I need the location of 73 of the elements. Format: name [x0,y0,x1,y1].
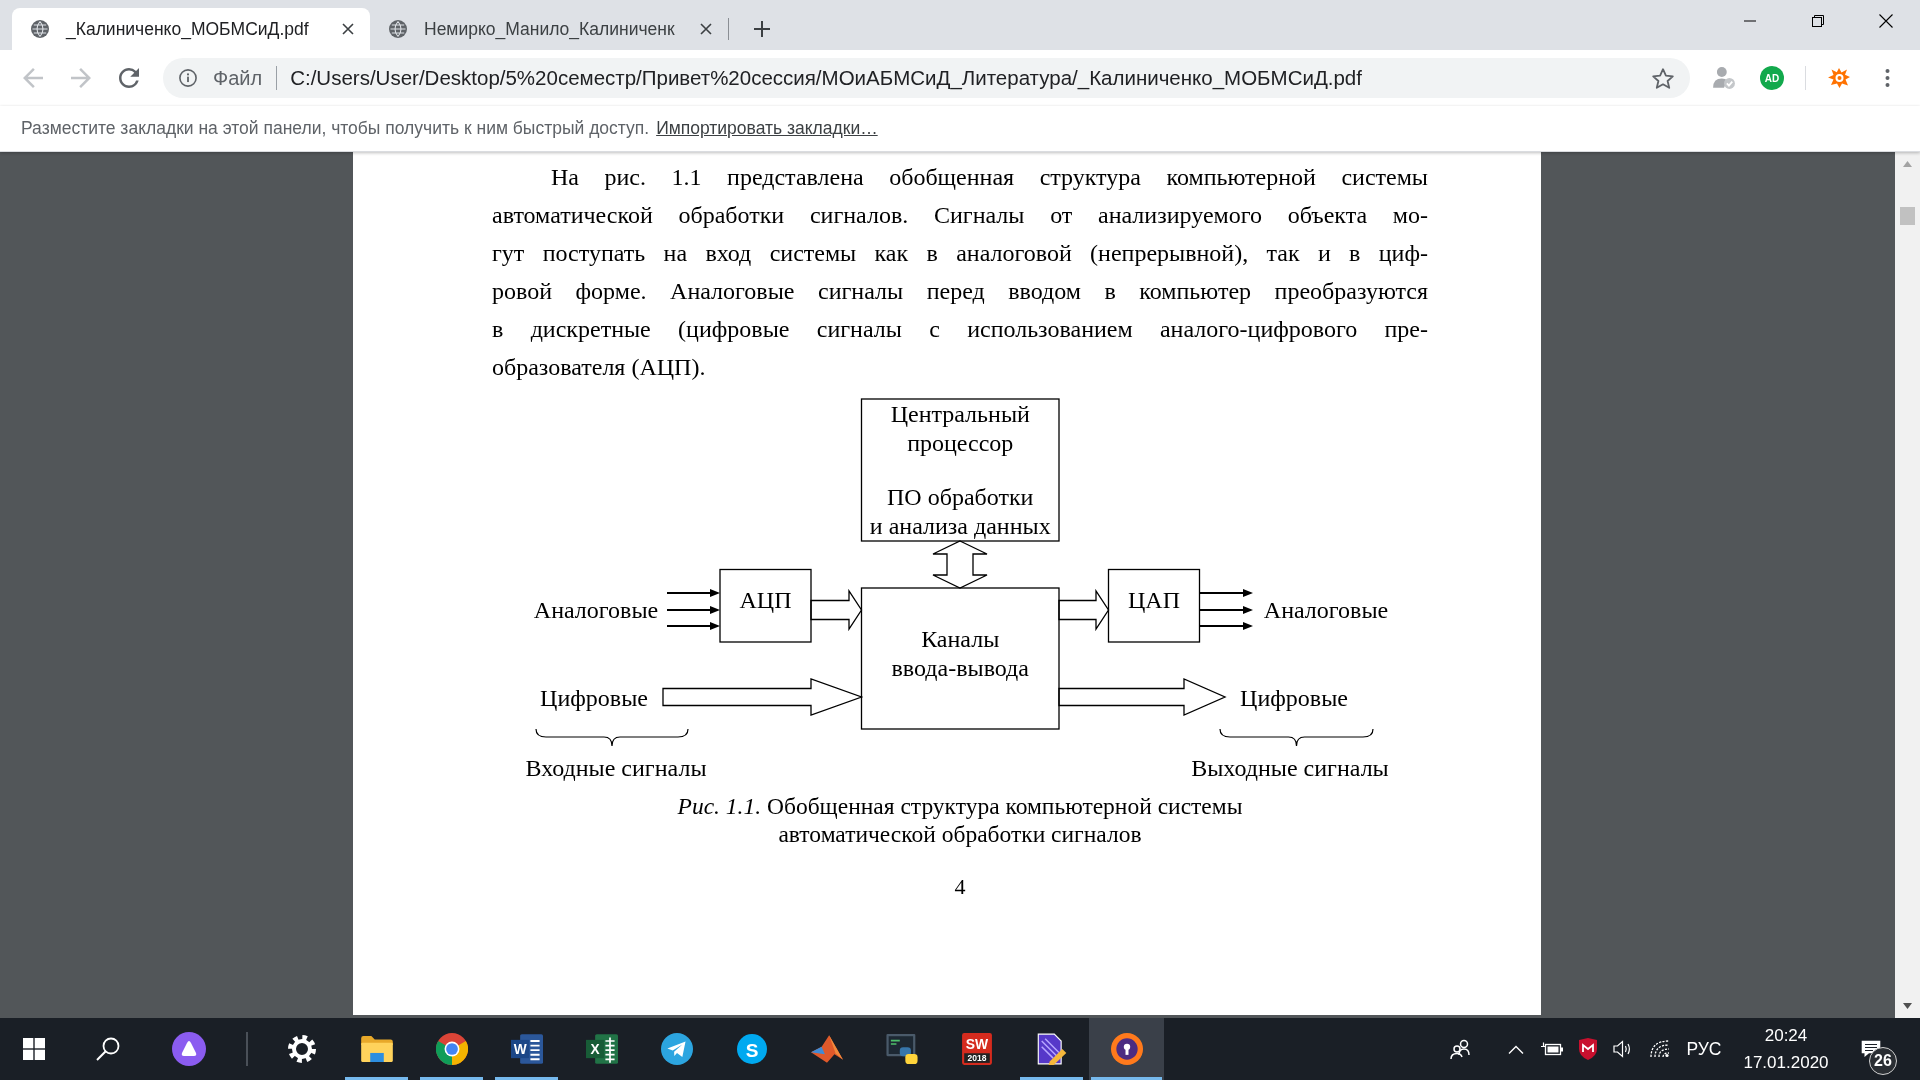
group-label: Выходные сигналы [1191,755,1389,781]
arrow [666,622,720,630]
channels-block: Каналы ввода-вывода [860,587,1060,730]
signal-label: Цифровые [1240,685,1348,711]
signal-label: Аналоговые [533,597,659,623]
person-check-icon[interactable] [1712,66,1736,90]
monitor-logo-icon [885,1034,918,1064]
import-bookmarks-link[interactable]: Импортировать закладки… [656,118,878,139]
signal-label: Аналоговые [1263,597,1389,623]
search-icon [96,1037,120,1061]
star-icon[interactable] [1652,67,1674,89]
info-icon [179,69,197,87]
signal-label: Цифровые [540,685,648,711]
body-paragraph: На рис. 1.1 представлена обобщенная структура компьютерной системы автоматической обработки сигналов. Сигналы от анализируемого объекта мо- гут поступать на вход системы как в аналоговой (непрерывной), так и в циф- ровой форме. Аналоговые сигналы перед вводом в компьютер преобразуются в дискретные (цифровые сигналы с использованием аналого-цифрового пре- образователя (АЦП). [492,163,1428,382]
restore-icon [1812,15,1824,27]
people-icon[interactable] [1450,1038,1472,1060]
notification-button[interactable]: 26 [1844,1018,1898,1080]
paper-plane-icon [660,1033,693,1065]
arrow [1198,589,1253,597]
arrow-right-icon [71,68,91,88]
speaker-icon[interactable] [1613,1040,1633,1058]
clock-button[interactable]: 20:24 17.01.2020 [1728,1018,1844,1080]
page-info-chip[interactable]: Файл [171,62,271,94]
close-icon [342,23,354,35]
group-label: Входные сигналы [525,755,707,781]
globe-icon [389,20,407,38]
reload-icon [119,68,139,88]
taskbar-app-button[interactable]: SW 2018 [939,1018,1014,1080]
converter-block: ЦАП [1107,568,1201,643]
globe-icon [31,20,49,38]
bookmarks-hint: Разместите закладки на этой панели, чтобы получить к ним быстрый доступ. [21,118,650,139]
battery-icon[interactable] [1541,1042,1563,1056]
minimize-icon [1744,20,1756,22]
scrollbar-thumb[interactable] [1900,207,1915,225]
language-indicator[interactable]: РУС [1680,1018,1728,1080]
letter-disc-icon: S [736,1034,767,1064]
plus-icon [754,21,770,37]
wifi-icon[interactable] [1650,1040,1670,1058]
figure-caption: Рис. 1.1. Обобщенная структура компьютерной системы автоматической обработки сигналов [676,792,1244,848]
scroll-down-arrow-icon[interactable] [1903,1003,1912,1009]
arrow [666,589,720,597]
hollow-arrow [810,588,863,632]
ring-logo-icon [435,1033,468,1065]
converter-block: АЦП [719,568,812,643]
address-bar[interactable]: Файл C:/Users/User/Desktop/5%20семестр/Привет%20сессия/МОиАБМСиД_Литература/_Калиниченко_МОБМСиД.pdf [163,58,1690,98]
processor-block: Центральный процессор ПО обработки и анализа данных [860,398,1060,542]
page-number: 4 [953,874,967,900]
notification-badge: 26 [1869,1047,1897,1075]
document-pen-icon [1036,1033,1067,1065]
close-icon [1879,14,1893,28]
gear-icon [287,1035,316,1063]
start-icon [23,1038,45,1060]
vertical-scrollbar[interactable] [1895,152,1920,1018]
chevron-up-icon[interactable] [1508,1044,1524,1054]
shield-icon[interactable] [1578,1038,1598,1060]
double-arrow [932,540,988,589]
arrow [666,606,720,614]
lock-ring-icon [1110,1033,1143,1065]
taskbar-app-button[interactable]: W [489,1018,564,1080]
splat-icon[interactable] [1827,66,1851,90]
arrow-left-icon [23,68,43,88]
browser-tab[interactable]: _Калиниченко_МОБМСиД.pdf [12,8,370,50]
taskbar-app-button[interactable]: X [564,1018,639,1080]
hollow-arrow [1058,588,1110,632]
version-tile-icon: SW 2018 [961,1033,992,1065]
url-text: C:/Users/User/Desktop/5%20семестр/Привет%20сессия/МОиАБМСиД_Литература/_Калиниченко_МОБМСиД.pdf [290,66,1362,90]
peak-surface-icon [810,1035,843,1063]
close-icon [700,23,712,35]
folder-icon [360,1036,393,1062]
menu-icon[interactable] [1884,69,1890,87]
arrow [1198,606,1253,614]
triangle-disc-icon [172,1032,206,1066]
arrow [1198,622,1253,630]
